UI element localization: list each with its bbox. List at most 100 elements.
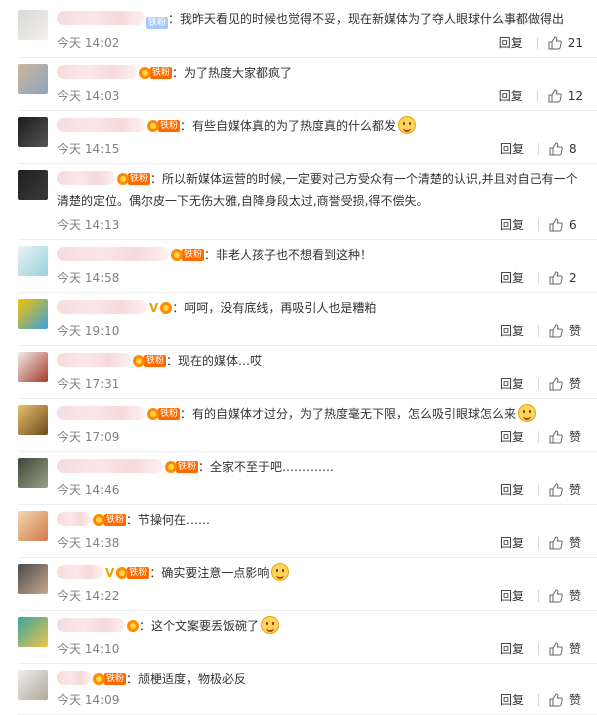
avatar[interactable] (18, 670, 48, 700)
comment-meta: 今天 19:10 回复 赞 (57, 322, 583, 340)
fan-badge-label: 铁粉 (144, 355, 167, 367)
fan-badge[interactable]: 铁粉 (93, 513, 127, 527)
username-blurred[interactable] (57, 11, 145, 25)
comment-actions: 回复 21 (499, 34, 583, 52)
comment-meta: 今天 14:02 回复 21 (57, 34, 583, 52)
fan-badge[interactable]: 铁粉 (133, 354, 167, 368)
like-button[interactable]: 赞 (549, 481, 583, 499)
like-button[interactable]: 赞 (549, 375, 583, 393)
reply-button[interactable]: 回复 (500, 640, 524, 658)
thumbs-up-icon (548, 89, 562, 103)
reply-button[interactable]: 回复 (500, 587, 524, 605)
reply-button[interactable]: 回复 (500, 375, 524, 393)
comment-text: 我昨天看见的时候也觉得不妥，现在新媒体为了夺人眼球什么事都做得出 (180, 12, 565, 26)
reply-button[interactable]: 回复 (499, 34, 523, 52)
avatar[interactable] (18, 458, 48, 488)
fan-badge[interactable]: 铁粉 (139, 66, 173, 80)
like-button[interactable]: 赞 (549, 691, 583, 709)
fan-badge-label: 铁粉 (182, 249, 205, 261)
colon: ： (172, 66, 185, 80)
avatar[interactable] (18, 10, 48, 40)
like-button[interactable]: 赞 (549, 534, 583, 552)
reply-button[interactable]: 回复 (500, 534, 524, 552)
like-button[interactable]: 赞 (549, 640, 583, 658)
comment-time: 今天 14:58 (57, 271, 120, 285)
colon: ： (150, 172, 163, 186)
avatar[interactable] (18, 564, 48, 594)
fan-badge[interactable]: 铁粉 (146, 16, 169, 30)
comment-time: 今天 14:03 (57, 89, 120, 103)
avatar[interactable] (18, 299, 48, 329)
comment-body: 铁粉 ：现在的媒体…哎 (57, 350, 583, 372)
avatar[interactable] (18, 117, 48, 147)
like-count: 赞 (569, 324, 582, 338)
like-button[interactable]: 赞 (549, 428, 583, 446)
username-blurred[interactable] (57, 353, 131, 367)
avatar[interactable] (18, 617, 48, 647)
username-blurred[interactable] (57, 171, 115, 185)
comment-meta: 今天 14:03 回复 12 (57, 87, 583, 105)
comment-actions: 回复 6 (500, 216, 583, 234)
crown-icon (117, 173, 129, 185)
username-blurred[interactable] (57, 247, 169, 261)
username-blurred[interactable] (57, 65, 137, 79)
fan-badge[interactable]: 铁粉 (117, 172, 151, 186)
like-button[interactable]: 8 (549, 140, 583, 158)
username-blurred[interactable] (57, 300, 147, 314)
comment-meta: 今天 17:09 回复 赞 (57, 428, 583, 446)
username-blurred[interactable] (57, 512, 91, 526)
avatar[interactable] (18, 405, 48, 435)
like-button[interactable]: 6 (549, 216, 583, 234)
avatar[interactable] (18, 170, 48, 200)
fan-badge[interactable]: 铁粉 (165, 460, 199, 474)
reply-button[interactable]: 回复 (499, 87, 523, 105)
fan-badge[interactable] (127, 619, 139, 633)
action-divider (538, 484, 539, 496)
reply-button[interactable]: 回复 (500, 428, 524, 446)
username-blurred[interactable] (57, 406, 145, 420)
colon: ： (168, 12, 181, 26)
username-blurred[interactable] (57, 565, 103, 579)
username-blurred[interactable] (57, 618, 125, 632)
reply-button[interactable]: 回复 (500, 140, 524, 158)
avatar[interactable] (18, 511, 48, 541)
like-button[interactable]: 12 (548, 87, 583, 105)
fan-badge[interactable]: 铁粉 (116, 566, 150, 580)
comment-text: 呵呵，没有底线，再吸引人也是糟粕 (184, 301, 377, 315)
like-count: 21 (567, 36, 583, 50)
avatar[interactable] (18, 246, 48, 276)
like-button[interactable]: 赞 (549, 587, 583, 605)
comment-text: 确实要注意一点影响 (161, 566, 270, 580)
like-button[interactable]: 21 (548, 34, 583, 52)
fan-badge[interactable]: 铁粉 (147, 407, 181, 421)
comment-meta: 今天 14:09 回复 赞 (57, 691, 583, 709)
thumbs-up-icon (549, 693, 563, 707)
avatar[interactable] (18, 352, 48, 382)
comment-text: 这个文案要丢饭碗了 (151, 619, 260, 633)
crown-icon (139, 67, 151, 79)
reply-button[interactable]: 回复 (500, 691, 524, 709)
reply-button[interactable]: 回复 (500, 322, 524, 340)
comment-item: 铁粉 ：颃梗适度，物极必反 今天 14:09 回复 赞 (0, 664, 597, 715)
fan-badge[interactable] (160, 301, 173, 315)
reply-button[interactable]: 回复 (500, 481, 524, 499)
colon: ： (166, 354, 179, 368)
like-button[interactable]: 赞 (549, 322, 583, 340)
comment-body: 铁粉 ：颃梗适度，物极必反 (57, 668, 583, 690)
username-blurred[interactable] (57, 118, 145, 132)
avatar[interactable] (18, 64, 48, 94)
reply-button[interactable]: 回复 (500, 269, 524, 287)
like-button[interactable]: 2 (549, 269, 583, 287)
action-divider (538, 143, 539, 155)
crown-icon (147, 408, 159, 420)
fan-badge[interactable]: 铁粉 (93, 672, 127, 686)
username-blurred[interactable] (57, 459, 163, 473)
reply-button[interactable]: 回复 (500, 216, 524, 234)
fan-badge[interactable]: 铁粉 (171, 248, 205, 262)
thumbs-up-icon (549, 483, 563, 497)
fan-badge-label: 铁粉 (104, 673, 127, 685)
fan-badge-label: 铁粉 (176, 461, 199, 473)
username-blurred[interactable] (57, 671, 91, 685)
comment-item: 铁粉 ：非老人孩子也不想看到这种！ 今天 14:58 回复 2 (0, 240, 597, 293)
fan-badge[interactable]: 铁粉 (147, 119, 181, 133)
